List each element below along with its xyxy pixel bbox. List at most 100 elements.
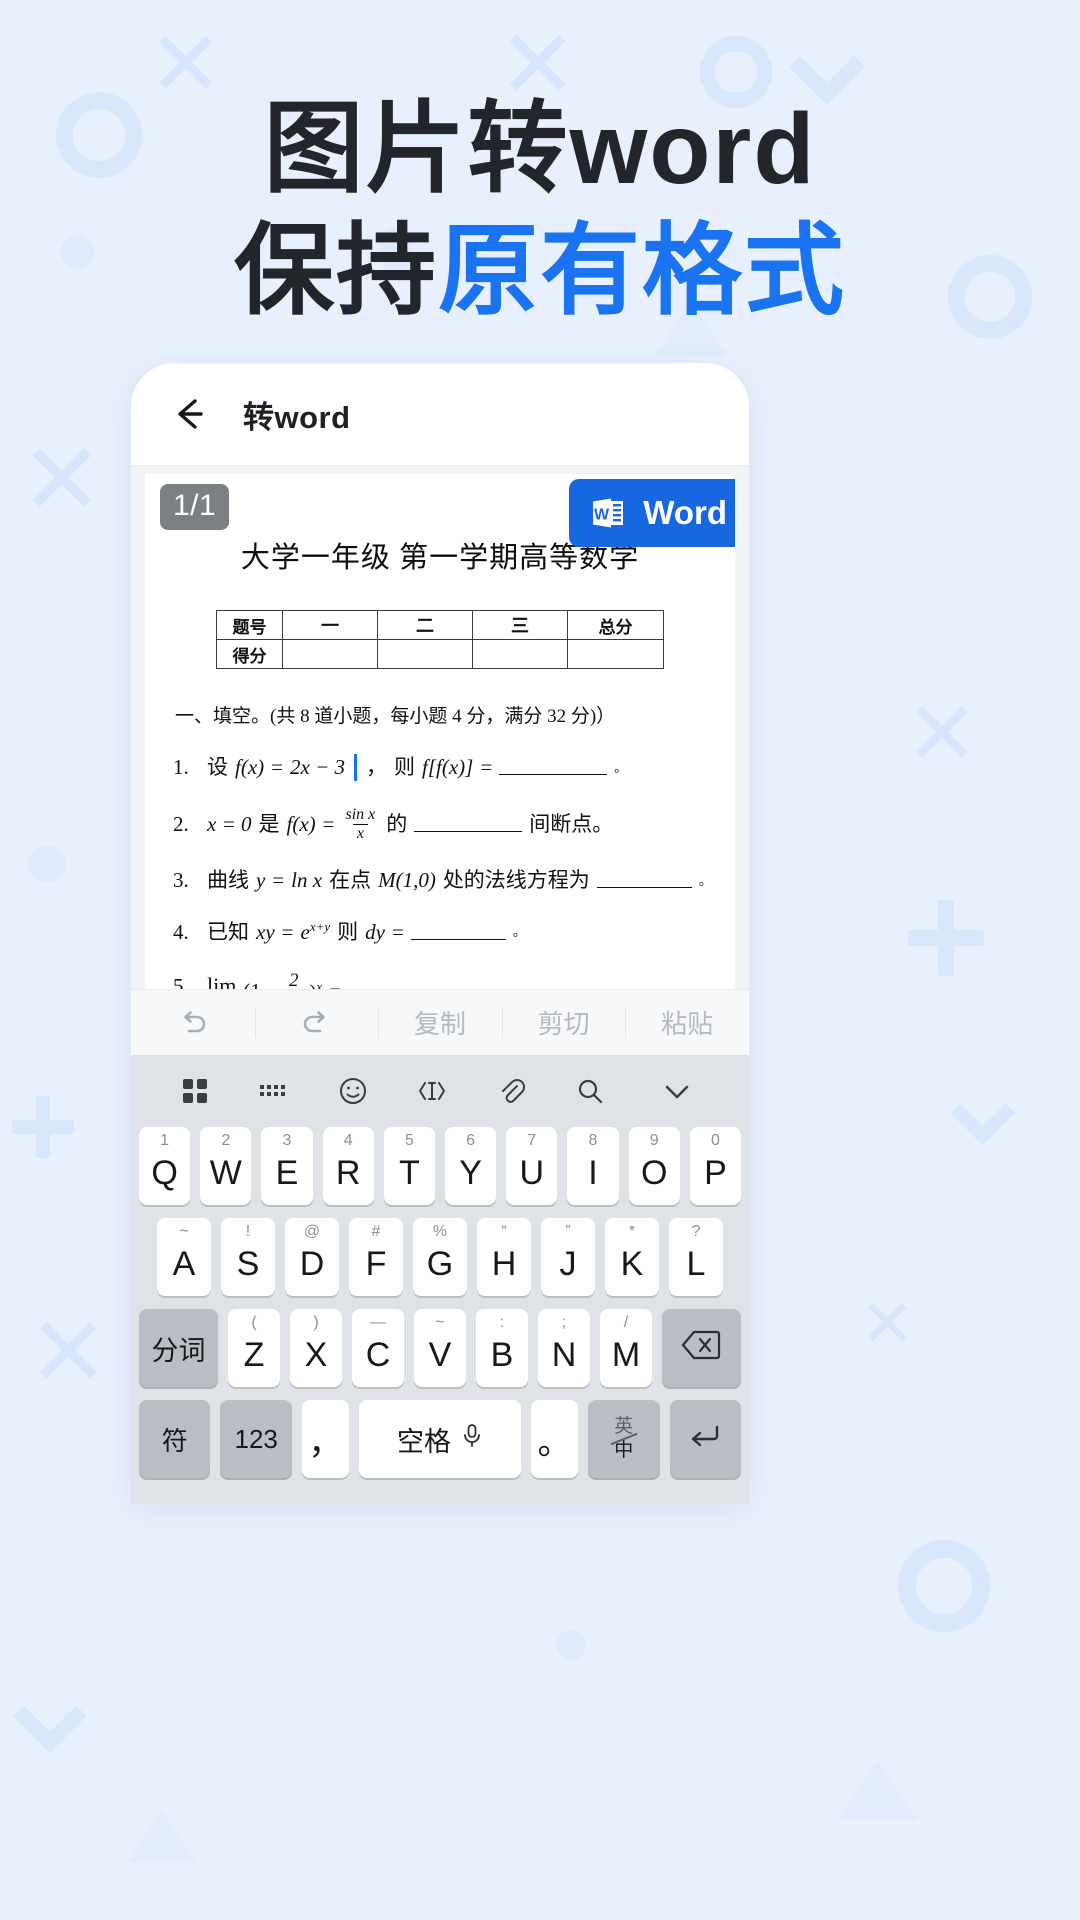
table-col-header: 总分 [567,610,664,640]
edit-toolbar: 复制 剪切 粘贴 [131,989,749,1055]
key-space[interactable]: 空格 [358,1400,522,1478]
deco-check-icon [950,1080,1016,1146]
q3-at: 在点 [329,868,372,892]
headline-line-2-highlight: 原有格式 [438,215,846,327]
q1-comma: ， [366,754,387,779]
key-O[interactable]: 9O [628,1127,680,1205]
question-number: 4. [173,919,189,944]
key-N[interactable]: ; N [538,1309,590,1387]
key-alt: ? [691,1223,701,1240]
clip-icon[interactable] [471,1074,550,1108]
answer-blank [499,760,608,775]
key-alt: ” [565,1223,571,1240]
key-label: 123 [234,1423,278,1454]
q3-period: 。 [698,872,712,888]
redo-button[interactable] [254,990,379,1055]
key-label: X [304,1335,328,1374]
word-export-badge[interactable]: W Word [569,479,735,547]
q2-eq: = [322,811,335,836]
back-arrow-icon[interactable] [167,392,211,436]
table-cell [567,639,664,669]
key-R[interactable]: 4R [322,1127,374,1205]
key-backspace[interactable] [662,1309,741,1387]
key-P[interactable]: 0P [689,1127,742,1205]
cut-button[interactable]: 剪切 [501,990,626,1055]
key-label: 分词 [151,1335,206,1366]
promo-headline: 图片转word 保持原有格式 [0,88,1080,332]
key-segmentation[interactable]: 分词 [139,1309,218,1387]
q4-e: e [300,920,310,945]
score-table: 题号 一 二 三 总分 得分 [216,610,664,669]
key-X[interactable]: ) X [290,1309,342,1387]
question-number: 3. [173,868,189,892]
question-item: 3. 曲线 y = ln x 在点 M(1,0) 处的法线方程为 。 [173,868,735,893]
question-body: x = 0 是 f(x) = sin x x 的 间断点。 [207,807,613,842]
key-Y[interactable]: 6Y [445,1127,497,1205]
key-alt: 7 [527,1132,537,1149]
document-viewport[interactable]: 1/1 W Word 大学一年级 第一学期高等数学 题号 一 二 三 总分 得分… [131,466,749,989]
key-Z[interactable]: (Z [228,1309,280,1387]
key-J[interactable]: ” J [541,1218,595,1296]
key-K[interactable]: * K [605,1218,659,1296]
key-period[interactable]: 。 [531,1400,579,1478]
key-label: Z [243,1335,265,1374]
key-W[interactable]: 2W [200,1127,252,1205]
search-icon[interactable] [550,1074,629,1108]
key-label: I [588,1153,598,1192]
q1-lead: 设 [207,754,228,779]
key-symbols[interactable]: 符 [139,1400,211,1478]
key-H[interactable]: “H [477,1218,531,1296]
key-label: K [620,1244,644,1283]
undo-icon [175,1005,211,1041]
key-language-toggle[interactable]: 英 中 [588,1400,660,1478]
key-C[interactable]: — C [352,1309,404,1387]
svg-text:W: W [594,507,610,524]
document-page[interactable]: 1/1 W Word 大学一年级 第一学期高等数学 题号 一 二 三 总分 得分… [145,474,735,989]
key-label: H [491,1244,517,1283]
key-T[interactable]: 5T [383,1127,435,1205]
emoji-icon[interactable] [313,1074,392,1108]
chevron-down-icon[interactable] [629,1072,725,1110]
question-body: lim x→∞ (1 − 2 x )x = 。 [207,971,479,989]
deco-circle-icon [28,845,66,883]
table-row-label: 得分 [216,639,283,669]
key-label: E [275,1153,299,1192]
key-Q[interactable]: 1Q [138,1127,191,1205]
key-E[interactable]: 3E [261,1127,313,1205]
key-label: W [209,1153,242,1192]
grid-icon[interactable] [155,1074,234,1108]
paste-button[interactable]: 粘贴 [625,990,749,1055]
key-S[interactable]: ! S [221,1218,275,1296]
key-A[interactable]: ~ A [157,1218,211,1296]
key-alt: / [623,1314,629,1331]
q5-lim: lim [207,972,237,989]
key-U[interactable]: 7U [506,1127,558,1205]
key-alt: ) [313,1314,319,1331]
key-I[interactable]: 8I [567,1127,619,1205]
key-label: Q [151,1153,178,1192]
question-body: 曲线 y = ln x 在点 M(1,0) 处的法线方程为 。 [207,868,712,893]
key-label: T [399,1153,420,1192]
key-L[interactable]: ? L [669,1218,723,1296]
deco-cross-icon: ✕ [20,424,104,536]
key-label: O [640,1153,668,1192]
question-number: 5. [173,973,189,989]
lang-chinese: 中 [614,1439,634,1461]
keypad-icon[interactable] [234,1074,313,1108]
key-B[interactable]: :B [476,1309,528,1387]
undo-button[interactable] [131,990,255,1055]
key-label: 符 [161,1425,188,1456]
key-label: V [428,1335,452,1374]
key-F[interactable]: # F [349,1218,403,1296]
key-numbers[interactable]: 123 [220,1400,292,1478]
key-label: L [686,1244,706,1283]
key-comma[interactable]: ， [301,1400,349,1478]
key-G[interactable]: % G [413,1218,467,1296]
text-edit-icon[interactable] [392,1074,471,1108]
key-label: N [551,1335,577,1374]
key-V[interactable]: ~ V [414,1309,466,1387]
key-enter[interactable] [669,1400,741,1478]
key-M[interactable]: / M [600,1309,652,1387]
key-D[interactable]: @ D [285,1218,339,1296]
copy-button[interactable]: 复制 [378,990,502,1055]
